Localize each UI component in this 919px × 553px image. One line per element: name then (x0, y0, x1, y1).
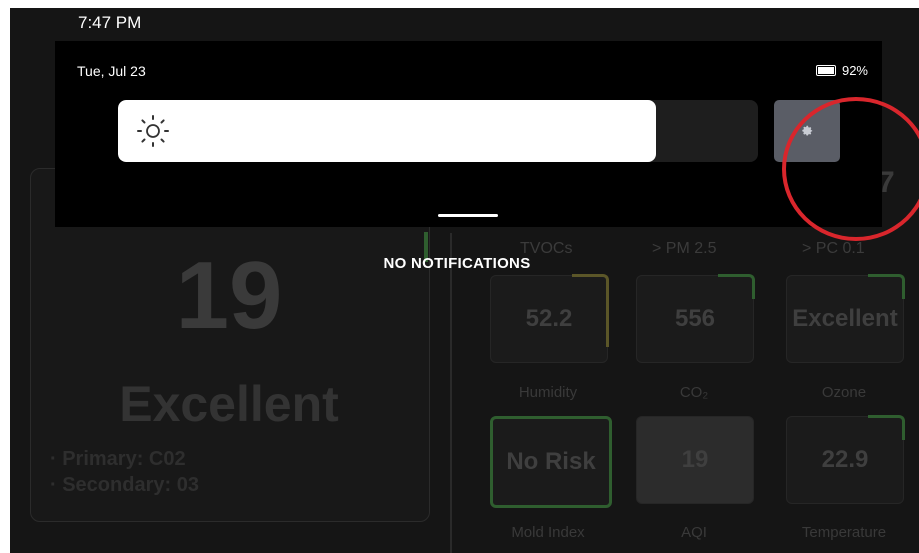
tile-accent (868, 415, 905, 440)
aqi-label: AQI (681, 524, 707, 541)
panel-divider (450, 233, 452, 553)
no-notifications-label: NO NOTIFICATIONS (10, 255, 919, 272)
primary-pollutant: · Primary: C02 (50, 448, 186, 470)
temperature-label: Temperature (801, 524, 887, 541)
sun-icon (137, 115, 169, 147)
mold-index-label: Mold Index (511, 524, 585, 541)
highlight-circle-annotation (782, 97, 919, 241)
device-screen: 19 Excellent · Primary: C02 · Secondary:… (10, 8, 919, 553)
aqi-tile[interactable]: 19 (636, 416, 754, 504)
brightness-slider[interactable] (118, 100, 758, 162)
humidity-label: Humidity (518, 384, 578, 401)
battery-icon (815, 65, 836, 76)
battery-indicator: 92% (815, 63, 868, 78)
humidity-tile[interactable]: 52.2 (490, 274, 609, 363)
ozone-tile[interactable]: Excellent (786, 274, 905, 363)
status-bar-clock: 7:47 PM (78, 13, 142, 32)
secondary-pollutant: · Secondary: 03 (50, 474, 199, 496)
co2-tile[interactable]: 556 (636, 274, 755, 363)
co2-label: CO₂ (679, 384, 709, 401)
date-label: Tue, Jul 23 (77, 63, 146, 79)
brightness-slider-fill[interactable] (118, 100, 656, 162)
no-notifications-text: NO NOTIFICATIONS (383, 255, 531, 272)
tile-value: 22.9 (821, 446, 869, 473)
tile-value: Excellent (792, 305, 898, 332)
mold-index-tile[interactable]: No Risk (490, 416, 612, 508)
tile-value: No Risk (506, 448, 596, 475)
drag-handle[interactable] (438, 214, 498, 217)
tile-accent (868, 274, 905, 299)
battery-percent: 92% (841, 63, 868, 78)
temperature-tile[interactable]: 22.9 (786, 415, 905, 504)
quick-settings-panel: Tue, Jul 23 92% (55, 41, 919, 241)
ozone-label: Ozone (821, 384, 867, 401)
tile-accent (572, 274, 609, 347)
tile-value: 19 (681, 446, 709, 473)
tile-value: 52.2 (525, 305, 573, 332)
tile-value: 556 (674, 305, 716, 332)
tile-accent (718, 274, 755, 299)
overall-status: Excellent (119, 376, 339, 432)
